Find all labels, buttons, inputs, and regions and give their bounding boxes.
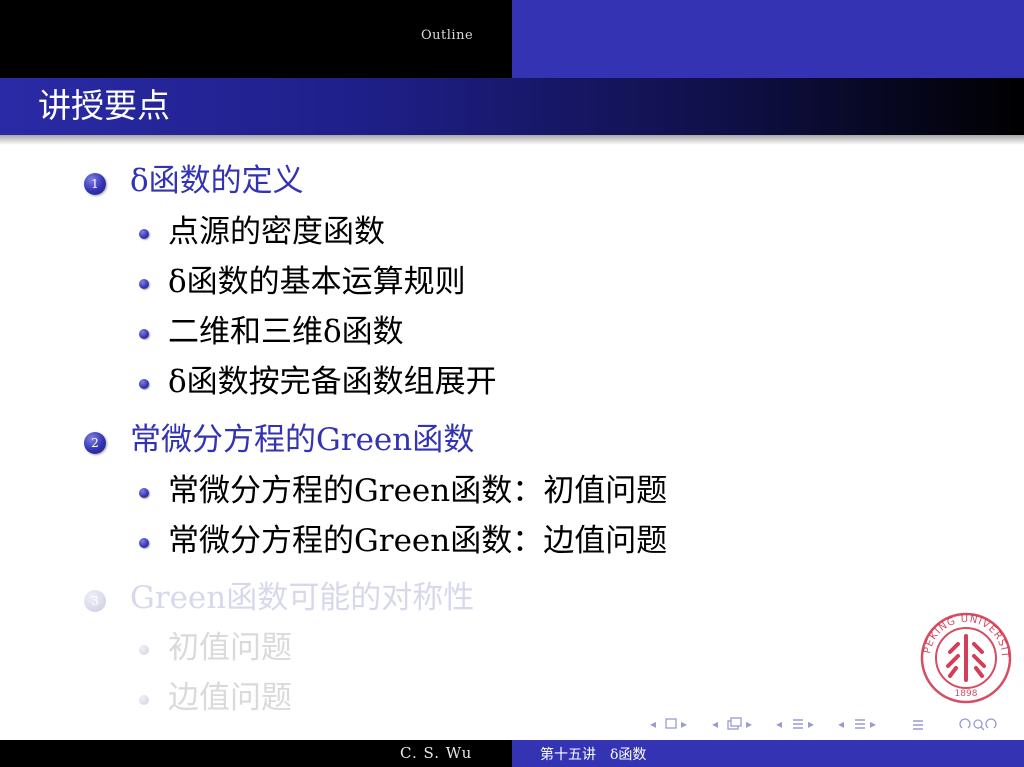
nav-left-arrow-icon[interactable]: ◂	[712, 714, 718, 734]
nav-left-arrow-icon[interactable]: ◂	[838, 714, 844, 734]
bullet-icon	[139, 695, 149, 705]
frame-title: 讲授要点	[38, 86, 170, 125]
section-number-badge: 1	[84, 173, 106, 195]
list-item[interactable]: δ函数的基本运算规则	[168, 263, 466, 301]
section-icon[interactable]	[852, 714, 868, 734]
bullet-icon	[139, 379, 149, 389]
footer-lecture-title: 第十五讲 δ函数	[540, 747, 647, 763]
nav-right-arrow-icon[interactable]: ▸	[746, 714, 752, 734]
frame-stack-icon[interactable]	[726, 714, 744, 734]
nav-right-arrow-icon[interactable]: ▸	[681, 714, 687, 734]
bullet-icon	[139, 229, 149, 239]
frame-title-bar: 讲授要点	[0, 78, 1024, 135]
nav-right-arrow-icon[interactable]: ▸	[870, 714, 876, 734]
university-emblem-icon: PEKING UNIVERSITY 1898	[920, 612, 1012, 704]
bullet-icon	[139, 488, 149, 498]
align-icon[interactable]	[910, 714, 926, 734]
list-item[interactable]: 常微分方程的Green函数：初值问题	[168, 472, 667, 510]
frame-icon[interactable]	[664, 714, 678, 734]
search-icon[interactable]	[958, 714, 998, 734]
list-item[interactable]: 二维和三维δ函数	[168, 313, 404, 351]
footer-author: C. S. Wu	[400, 744, 473, 762]
bullet-icon	[139, 645, 149, 655]
header-right-panel	[512, 0, 1024, 78]
header-bar: Outline	[0, 0, 1024, 78]
footer-bar: C. S. Wu 第十五讲 δ函数	[0, 740, 1024, 767]
section-number-badge: 3	[84, 590, 106, 612]
section-title[interactable]: δ函数的定义	[130, 162, 304, 200]
section-number-badge: 2	[84, 432, 106, 454]
title-shadow	[0, 135, 1024, 145]
bullet-icon	[139, 279, 149, 289]
bullet-icon	[139, 538, 149, 548]
section-label[interactable]: Outline	[421, 28, 473, 43]
list-item[interactable]: 常微分方程的Green函数：边值问题	[168, 522, 667, 560]
section-title[interactable]: 常微分方程的Green函数	[130, 421, 474, 459]
subsection-icon[interactable]	[790, 714, 806, 734]
nav-left-arrow-icon[interactable]: ◂	[650, 714, 656, 734]
list-item[interactable]: 点源的密度函数	[168, 213, 385, 251]
bullet-icon	[139, 329, 149, 339]
list-item[interactable]: 边值问题	[168, 679, 292, 717]
list-item[interactable]: δ函数按完备函数组展开	[168, 363, 497, 401]
section-title[interactable]: Green函数可能的对称性	[130, 579, 474, 617]
emblem-year: 1898	[955, 689, 978, 699]
list-item[interactable]: 初值问题	[168, 629, 292, 667]
nav-left-arrow-icon[interactable]: ◂	[776, 714, 782, 734]
nav-right-arrow-icon[interactable]: ▸	[808, 714, 814, 734]
